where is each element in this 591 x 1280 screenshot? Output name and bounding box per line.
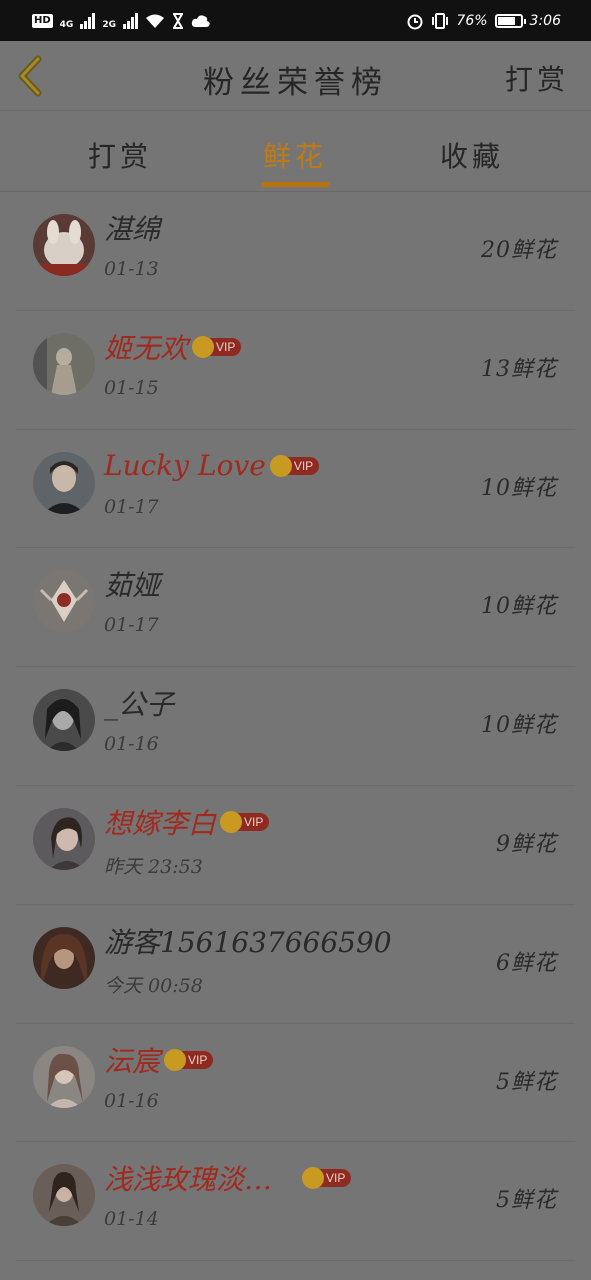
vibrate-icon — [432, 12, 449, 29]
crown-icon — [269, 454, 292, 477]
vip-badge: VIP — [302, 1167, 352, 1190]
alarm-icon — [407, 14, 423, 29]
flower-count: 13鲜花 — [481, 356, 557, 382]
fan-name: 想嫁李白 — [104, 806, 217, 840]
fan-name: 湛绵 — [104, 213, 161, 246]
list-item[interactable]: 浅浅玫瑰淡… VIP 01-14 5鲜花 — [16, 1142, 575, 1262]
avatar — [33, 451, 95, 514]
signal-icon-2 — [122, 12, 138, 29]
tab-flowers[interactable]: 鲜花 — [263, 135, 327, 175]
list-item[interactable]: Lucky Love VIP 01-17 10鲜花 — [16, 430, 575, 549]
avatar — [33, 807, 95, 870]
flower-count: 6鲜花 — [496, 950, 557, 976]
flower-count: 20鲜花 — [481, 238, 557, 263]
app-header: 粉丝荣誉榜 打赏 — [0, 41, 591, 111]
gift-date: 01-16 — [104, 733, 159, 756]
vip-badge: VIP — [220, 810, 270, 833]
gift-date: 01-13 — [104, 258, 159, 280]
tab-favorites[interactable]: 收藏 — [440, 135, 504, 175]
gift-date: 今天 00:58 — [104, 974, 203, 997]
list-item[interactable]: 湛绵 01-13 20鲜花 — [16, 192, 575, 311]
fan-name: _公子 — [104, 688, 175, 722]
crown-icon — [164, 1048, 187, 1071]
flower-count: 5鲜花 — [496, 1188, 557, 1214]
wifi-icon — [145, 14, 164, 28]
signal-icon — [80, 12, 96, 29]
list-item[interactable]: 茹娅 01-17 10鲜花 — [16, 548, 575, 668]
network-4g-label: 4G — [59, 20, 74, 30]
avatar — [33, 689, 95, 752]
active-tab-indicator — [261, 182, 330, 187]
fan-ranking-list: 湛绵 01-13 20鲜花 姬无欢 VIP 01-15 13鲜花 Lucky L… — [16, 192, 575, 1262]
list-item[interactable]: 想嫁李白 VIP 昨天 23:53 9鲜花 — [16, 786, 575, 905]
vip-badge: VIP — [192, 335, 242, 358]
flower-count: 10鲜花 — [481, 713, 557, 739]
vip-badge: VIP — [164, 1048, 214, 1071]
cloud-icon — [191, 14, 210, 27]
crown-icon — [220, 810, 243, 833]
status-bar: HD 4G 2G 76% 3:06 — [0, 0, 591, 41]
fan-name: 浅浅玫瑰淡… — [104, 1163, 273, 1197]
tab-tips[interactable]: 打赏 — [88, 135, 152, 175]
hourglass-icon — [172, 12, 183, 29]
gift-date: 昨天 23:53 — [104, 855, 203, 878]
hd-indicator: HD — [32, 13, 53, 28]
avatar — [33, 570, 95, 633]
fan-name: 游客1561637666590 — [104, 925, 392, 959]
battery-percent: 76% — [456, 12, 488, 29]
flower-count: 10鲜花 — [481, 475, 557, 501]
crown-icon — [192, 335, 215, 358]
flower-count: 9鲜花 — [496, 831, 557, 857]
battery-icon — [494, 13, 526, 28]
list-item[interactable]: 游客1561637666590 今天 00:58 6鲜花 — [16, 905, 575, 1024]
flower-count: 5鲜花 — [496, 1069, 557, 1095]
flower-count: 10鲜花 — [481, 594, 557, 620]
clock: 3:06 — [529, 12, 561, 29]
network-2g-label: 2G — [102, 20, 116, 30]
list-item[interactable]: 姬无欢 VIP 01-15 13鲜花 — [16, 311, 575, 430]
status-left: HD 4G 2G — [32, 11, 211, 30]
fan-name: Lucky Love — [104, 449, 266, 483]
list-item[interactable]: _公子 01-16 10鲜花 — [16, 667, 575, 786]
fan-name: 沄宸 — [104, 1044, 161, 1078]
fan-name: 茹娅 — [104, 569, 161, 603]
avatar — [33, 214, 95, 276]
avatar — [33, 926, 95, 989]
gift-date: 01-17 — [104, 495, 159, 518]
list-item[interactable]: 沄宸 VIP 01-16 5鲜花 — [16, 1024, 575, 1143]
status-right: 76% 3:06 — [406, 12, 561, 30]
gift-date: 01-16 — [104, 1089, 159, 1112]
fan-name: 姬无欢 — [104, 331, 189, 365]
page-title: 粉丝荣誉榜 — [203, 65, 388, 101]
gift-date: 01-14 — [104, 1208, 159, 1231]
avatar — [33, 332, 95, 395]
gift-date: 01-17 — [104, 614, 159, 637]
avatar — [33, 1164, 95, 1227]
tip-button[interactable]: 打赏 — [505, 58, 569, 98]
gift-date: 01-15 — [104, 376, 159, 399]
tab-bar: 打赏 鲜花 收藏 — [0, 111, 591, 192]
avatar — [33, 1045, 95, 1108]
vip-badge: VIP — [269, 454, 320, 477]
